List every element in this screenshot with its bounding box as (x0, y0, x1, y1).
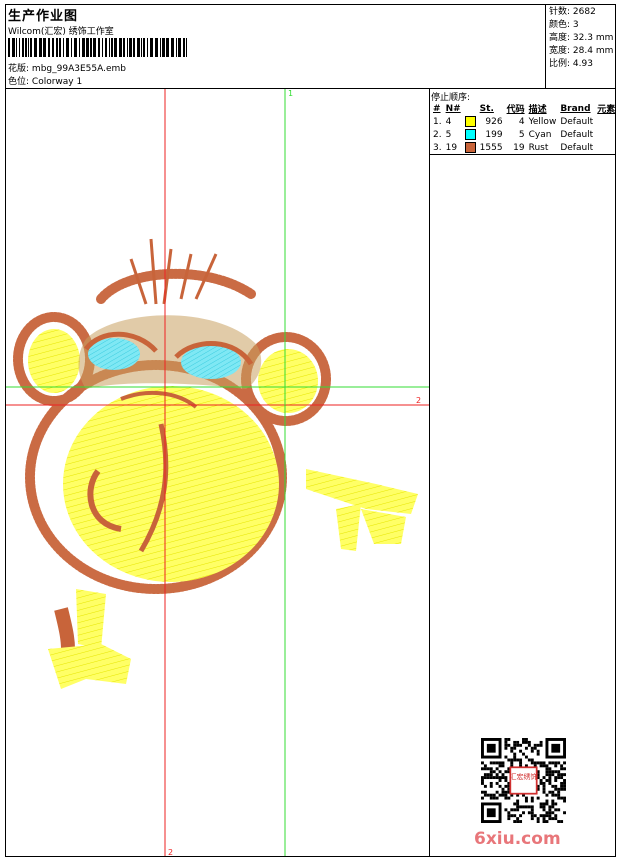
stop-sequence-table: # N# St. 代码 描述 Brand 元素 1. 4 926 4 Yello… (431, 102, 617, 154)
table-row: 2. 5 199 5 Cyan Default (433, 129, 594, 140)
face (63, 386, 279, 582)
design-label: 花版: (8, 64, 30, 74)
col-stitches: St. (479, 103, 494, 114)
stat-height: 高度: 32.3 mm (549, 33, 614, 43)
watermark-text: 6xiu.com (474, 829, 561, 849)
right-ear (258, 349, 318, 413)
design-file: mbg_99A3E55A.emb (31, 64, 126, 74)
stat-width: 宽度: 28.4 mm (549, 46, 614, 56)
left-ear (28, 329, 80, 393)
qr-code: 汇宏绣饰 (481, 738, 566, 823)
stat-stitches: 针数: 2682 (549, 7, 596, 17)
design-canvas: 1 2 2 (6, 89, 429, 856)
col-code: 代码 (506, 105, 525, 115)
col-index: # (433, 103, 441, 114)
company-name: Wilcom(汇宏) 绣饰工作室 (8, 27, 114, 37)
seal-stamp-text: 汇宏绣饰 (509, 772, 537, 781)
stat-scale: 比例: 4.93 (549, 59, 593, 69)
table-row: 1. 4 926 4 Yellow Default (433, 116, 594, 127)
guide-label-green: 1 (288, 89, 293, 98)
table-row: 3. 19 1555 19 Rust Default (433, 142, 594, 153)
design-stats: 针数: 2682 颜色: 3 高度: 32.3 mm 宽度: 28.4 mm 比… (549, 6, 613, 71)
colorway-line: 色位: Colorway 1 (8, 74, 82, 87)
col-swatch (463, 102, 478, 115)
col-brand: Brand (560, 103, 591, 114)
stat-colors: 颜色: 3 (549, 20, 579, 30)
table-header-row: # N# St. 代码 描述 Brand 元素 (431, 102, 617, 116)
monkey-embroidery (13, 238, 418, 689)
page-title: 生产作业图 (8, 9, 79, 24)
color-swatch-rust (464, 142, 476, 153)
color-swatch-yellow (464, 116, 476, 127)
col-element: 元素 (597, 105, 616, 115)
canvas-divider (429, 88, 430, 857)
col-needle: N# (445, 103, 461, 114)
right-hand (306, 469, 418, 551)
colorway-label: 色位: (8, 77, 30, 87)
col-description: 描述 (528, 105, 547, 115)
design-line: 花版: mbg_99A3E55A.emb (8, 61, 126, 74)
barcode (8, 38, 187, 57)
colorway-value: Colorway 1 (31, 77, 83, 87)
stop-table-divider (429, 154, 616, 155)
guide-label-red-h: 2 (416, 396, 421, 405)
stats-divider (545, 4, 546, 88)
guide-label-red-v: 2 (168, 848, 173, 856)
color-swatch-cyan (464, 129, 476, 140)
